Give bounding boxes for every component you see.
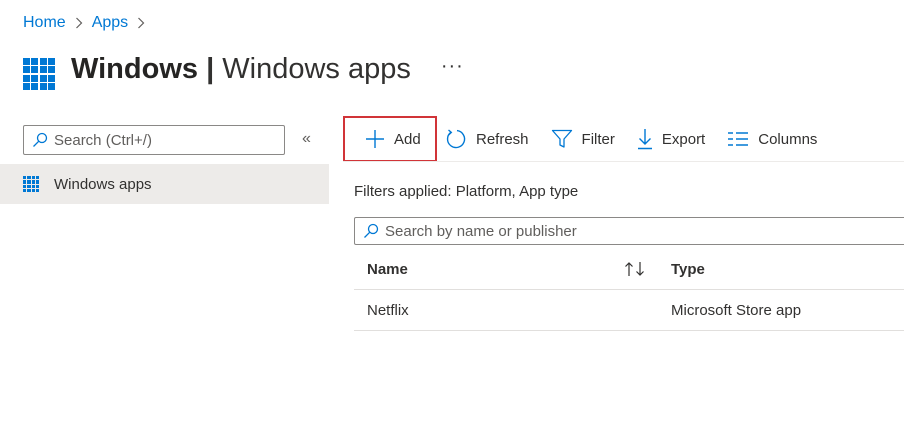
export-button[interactable]: Export: [637, 128, 705, 150]
breadcrumb-home-link[interactable]: Home: [23, 14, 66, 32]
sidebar-item-label: Windows apps: [54, 175, 152, 193]
collapse-pane-button[interactable]: «: [302, 130, 311, 148]
grid-search-box[interactable]: [354, 217, 904, 245]
refresh-button[interactable]: Refresh: [445, 128, 529, 150]
table-header-row: Name Type: [354, 249, 904, 290]
column-header-name[interactable]: Name: [354, 261, 624, 278]
page-title-sub: Windows apps: [222, 52, 411, 85]
windows-apps-icon: [23, 58, 55, 90]
apps-table: Name Type Netflix Microsoft Store app: [354, 249, 904, 331]
breadcrumb-apps-link[interactable]: Apps: [92, 14, 128, 32]
columns-icon: [728, 132, 749, 146]
table-row[interactable]: Netflix Microsoft Store app: [354, 290, 904, 331]
sidebar-item-windows-apps[interactable]: Windows apps: [0, 164, 329, 204]
left-search-input[interactable]: [54, 131, 274, 149]
search-icon: [364, 223, 379, 238]
filter-button[interactable]: Filter: [551, 129, 615, 149]
grid-search-input[interactable]: [385, 222, 885, 240]
search-icon: [33, 132, 48, 147]
refresh-icon: [446, 129, 466, 149]
more-options-button[interactable]: ···: [441, 55, 464, 78]
windows-apps-icon: [23, 176, 39, 192]
chevron-right-icon: [137, 17, 145, 29]
plus-icon: [366, 130, 384, 148]
sort-icon[interactable]: [624, 261, 671, 277]
filter-button-label: Filter: [581, 130, 615, 148]
cell-app-name[interactable]: Netflix: [354, 302, 624, 319]
left-search-box[interactable]: [23, 125, 285, 155]
cell-app-type: Microsoft Store app: [671, 301, 802, 319]
columns-button-label: Columns: [758, 130, 818, 148]
page-title-separator: |: [198, 52, 223, 85]
filters-applied-text: Filters applied: Platform, App type: [354, 183, 579, 200]
page-title-main: Windows: [71, 52, 199, 85]
download-icon: [637, 129, 652, 150]
add-button-label: Add: [394, 130, 421, 148]
column-header-type[interactable]: Type: [671, 261, 904, 278]
breadcrumb: Home Apps: [23, 14, 154, 32]
columns-button[interactable]: Columns: [727, 131, 817, 148]
export-button-label: Export: [661, 130, 706, 148]
chevron-right-icon: [75, 17, 83, 29]
add-button[interactable]: Add: [343, 116, 437, 162]
refresh-button-label: Refresh: [476, 130, 529, 148]
page-header: Windows | Windows apps ···: [23, 48, 464, 90]
page-title: Windows | Windows apps: [71, 53, 411, 86]
toolbar-divider: [343, 161, 904, 162]
filter-icon: [551, 129, 572, 148]
command-toolbar: Add Refresh Filter Export Columns: [343, 116, 839, 162]
